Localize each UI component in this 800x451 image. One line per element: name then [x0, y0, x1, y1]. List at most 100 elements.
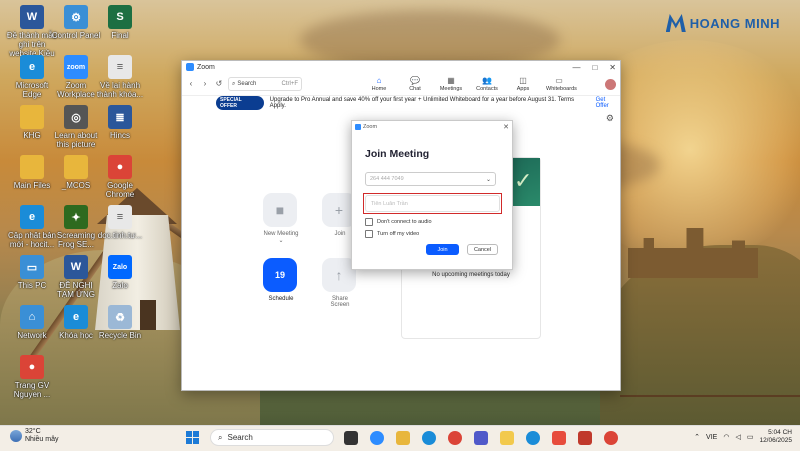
weather-text: Nhiều mây — [25, 436, 59, 443]
share-screen-label: Share Screen — [330, 296, 350, 308]
zoom-title-bar[interactable]: Zoom — □ ✕ — [182, 61, 620, 73]
schedule-button[interactable]: 19 Schedule — [263, 258, 299, 302]
calendar-icon: 19 — [263, 258, 297, 292]
zalo-icon: Zalo — [108, 255, 132, 279]
tab-label: Chat — [409, 86, 421, 92]
edge-icon[interactable] — [422, 431, 436, 445]
dont-connect-audio-label: Don't connect to audio — [377, 219, 432, 225]
sticky-notes-icon[interactable] — [500, 431, 514, 445]
battery-icon[interactable]: ▭ — [747, 433, 754, 441]
meeting-id-input[interactable]: 264 444 7049 ⌄ — [365, 172, 496, 186]
chevron-up-icon[interactable]: ⌃ — [694, 433, 700, 441]
clock[interactable]: 5:04 CH 12/06/2025 — [759, 429, 792, 445]
offer-badge: SPECIAL OFFER — [216, 96, 264, 110]
date: 12/06/2025 — [759, 437, 792, 444]
desktop-icon[interactable]: ≡ Về lại hành thành khóa... — [94, 55, 146, 99]
wifi-icon[interactable]: ◠ — [723, 433, 729, 441]
desktop-icon-label: Final — [111, 31, 129, 40]
zoom-search-input[interactable]: ⌕ Search Ctrl+F — [228, 77, 302, 91]
word-doc-icon: W — [20, 5, 44, 29]
audio-checkbox[interactable] — [365, 218, 373, 226]
weather-widget[interactable]: 32°C Nhiều mây — [10, 428, 58, 444]
taskbar-search[interactable]: ⌕ Search — [210, 429, 334, 446]
search-icon: ⌕ — [218, 432, 223, 442]
wps-icon[interactable] — [578, 431, 592, 445]
close-icon[interactable]: ✕ — [503, 123, 509, 131]
zoom-taskbar-icon[interactable] — [370, 431, 384, 445]
close-icon[interactable]: ✕ — [609, 63, 616, 72]
edge-icon[interactable] — [526, 431, 540, 445]
settings-gear-icon[interactable]: ⚙ — [606, 113, 614, 124]
join-label: Join — [334, 231, 346, 237]
schedule-label: Schedule — [268, 296, 294, 302]
turn-off-video-option[interactable]: Turn off my video — [365, 230, 419, 238]
apps-icon: ◫ — [519, 76, 527, 85]
offer-text: Upgrade to Pro Annual and save 40% off y… — [269, 97, 575, 109]
brand-logo: HOANG MINH — [665, 14, 780, 32]
dialog-cancel-button[interactable]: Cancel — [467, 244, 498, 255]
monitor-icon: ▭ — [20, 255, 44, 279]
dialog-join-button[interactable]: Join — [426, 244, 459, 255]
tab-label: Whiteboards — [546, 86, 577, 92]
control-panel-icon: ⚙ — [64, 5, 88, 29]
join-meeting-dialog[interactable]: Zoom ✕ Join Meeting 264 444 7049 ⌄ Tiên … — [351, 120, 513, 270]
speaker-icon[interactable]: ◁ — [735, 433, 740, 441]
notes-icon: ≣ — [108, 105, 132, 129]
document-icon: ≡ — [108, 55, 132, 79]
desktop-icon-label: Google Chrome — [105, 181, 135, 199]
search-label: Search — [237, 81, 257, 87]
store-icon[interactable] — [552, 431, 566, 445]
search-icon: ⌕ — [232, 80, 236, 87]
task-view-icon[interactable] — [344, 431, 358, 445]
contacts-icon: 👥 — [482, 76, 492, 85]
forward-icon[interactable]: › — [200, 79, 210, 89]
tab-contacts[interactable]: 👥 Contacts — [474, 76, 500, 92]
search-shortcut: Ctrl+F — [281, 81, 299, 87]
teams-icon[interactable] — [474, 431, 488, 445]
tab-chat[interactable]: 💬 Chat — [402, 76, 428, 92]
language-indicator[interactable]: VIE — [706, 434, 717, 441]
new-meeting-button[interactable]: ■ New Meeting ⌄ — [263, 193, 299, 244]
chevron-down-icon[interactable]: ⌄ — [486, 176, 491, 183]
history-icon[interactable]: ↺ — [214, 79, 224, 89]
tab-home[interactable]: ⌂ Home — [366, 76, 392, 92]
tab-apps[interactable]: ◫ Apps — [510, 76, 536, 92]
cloud-icon — [10, 430, 22, 442]
dont-connect-audio-option[interactable]: Don't connect to audio — [365, 218, 432, 226]
frog-icon: ✦ — [64, 205, 88, 229]
avatar[interactable] — [605, 78, 616, 90]
document-icon: ≡ — [108, 205, 132, 229]
recycle-bin-icon: ♻ — [108, 305, 132, 329]
dialog-heading: Join Meeting — [365, 148, 430, 160]
desktop-icon[interactable]: ≣ Hincs — [94, 105, 146, 140]
file-explorer-icon[interactable] — [396, 431, 410, 445]
desktop-icon[interactable]: ≡ doc.tinh.tư... — [94, 205, 146, 240]
chrome-icon: ● — [20, 355, 44, 379]
calendar-day: 19 — [274, 270, 285, 280]
desktop-icon[interactable]: S Final — [94, 5, 146, 40]
dialog-title-bar[interactable]: Zoom ✕ — [352, 121, 512, 133]
start-button[interactable] — [186, 431, 199, 444]
minimize-icon[interactable]: — — [572, 63, 580, 72]
zoom-toolbar: ‹ › ↺ ⌕ Search Ctrl+F ⌂ Home 💬 Chat ▦ Meeting… — [182, 73, 620, 96]
folder-icon — [20, 155, 44, 179]
chrome-icon[interactable] — [604, 431, 618, 445]
desktop-icon[interactable]: Zalo Zalo — [94, 255, 146, 290]
taskbar: 32°C Nhiều mây ⌕ Search ⌃ VIE ◠ ◁ ▭ 5:04… — [0, 425, 800, 451]
tab-label: Contacts — [476, 86, 498, 92]
desktop-icon[interactable]: ● Trang GV Nguyen ... — [6, 355, 58, 399]
system-tray: ⌃ VIE ◠ ◁ ▭ 5:04 CH 12/06/2025 — [694, 429, 792, 445]
get-offer-link[interactable]: Get Offer — [596, 97, 620, 109]
back-icon[interactable]: ‹ — [186, 79, 196, 89]
no-meetings-text: No upcoming meetings today — [432, 272, 510, 278]
tab-label: Home — [371, 86, 387, 92]
desktop-icon[interactable]: ● Google Chrome — [94, 155, 146, 199]
tab-meetings[interactable]: ▦ Meetings — [438, 76, 464, 92]
video-checkbox[interactable] — [365, 230, 373, 238]
chrome-icon[interactable] — [448, 431, 462, 445]
tab-whiteboards[interactable]: ▭ Whiteboards — [546, 76, 577, 92]
maximize-icon[interactable]: □ — [592, 63, 597, 72]
desktop-icon-label: Recycle Bin — [98, 331, 142, 340]
desktop-icon[interactable]: ♻ Recycle Bin — [94, 305, 146, 340]
tab-label: Apps — [516, 86, 530, 92]
